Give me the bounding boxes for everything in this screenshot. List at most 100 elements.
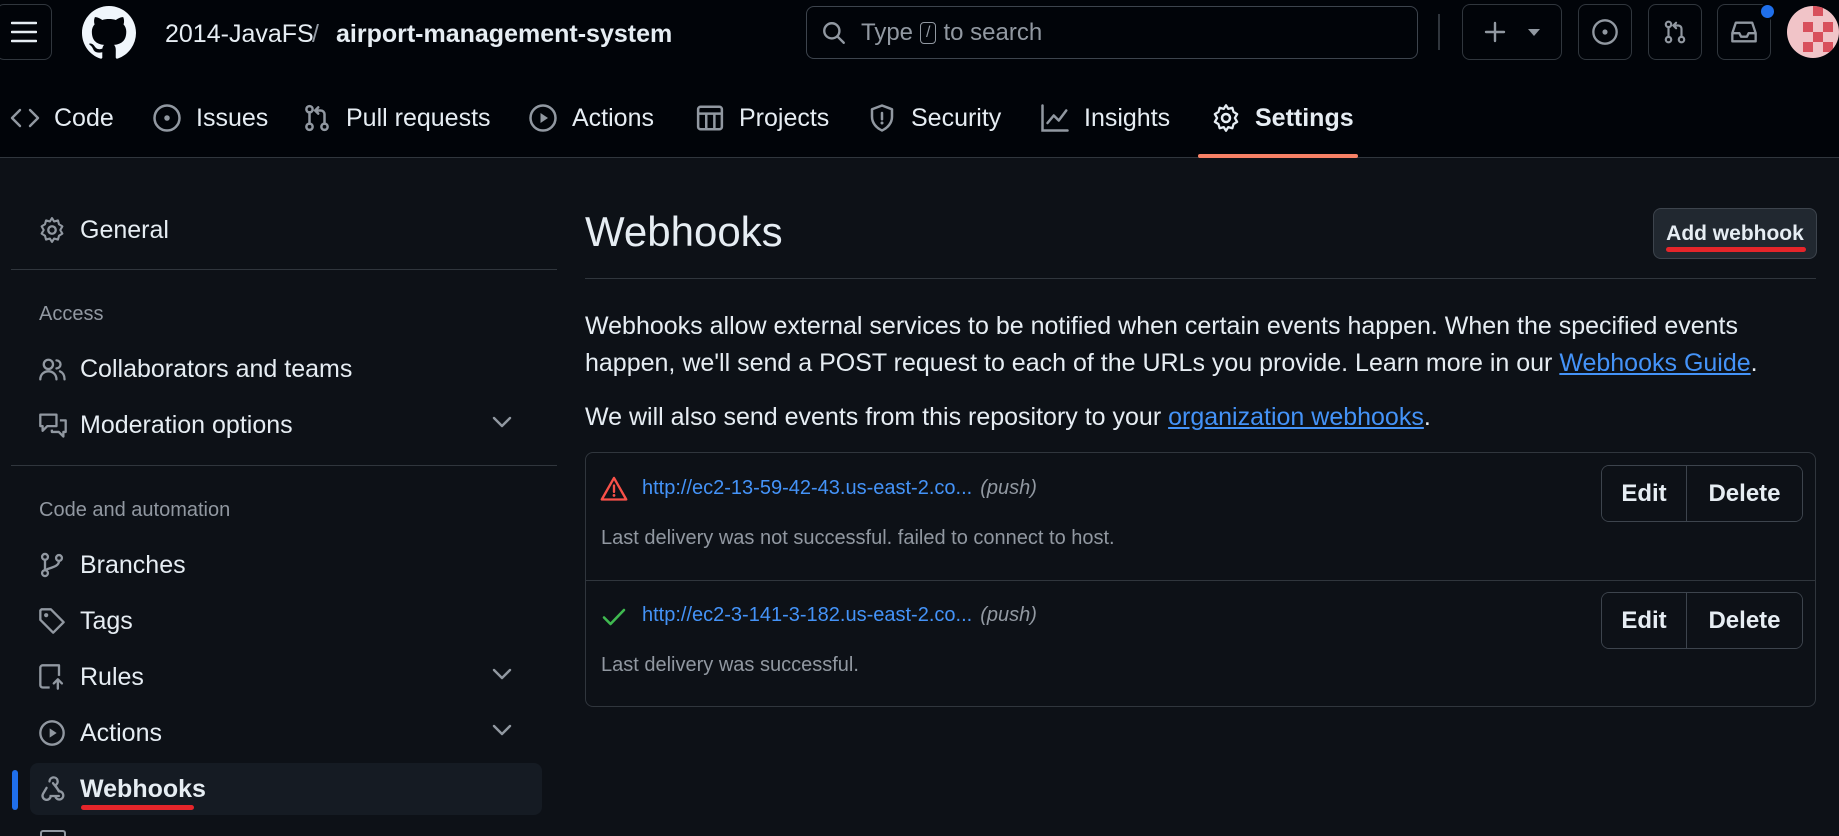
sidebar-item-label: Rules <box>80 662 144 691</box>
issues-button[interactable] <box>1578 4 1632 60</box>
sidebar-item-label: Actions <box>80 718 162 747</box>
owner-link[interactable]: 2014-JavaFS <box>165 16 314 52</box>
sidebar-selected-indicator <box>12 770 18 810</box>
breadcrumb-separator: / <box>312 20 319 48</box>
people-icon <box>39 358 66 381</box>
tag-icon <box>39 608 65 634</box>
inbox-icon <box>1731 21 1757 43</box>
webhook-url: http://ec2-3-141-3-182.us-east-2.co... <box>642 604 973 626</box>
repo-link[interactable]: airport-management-system <box>336 16 672 52</box>
tab-code[interactable]: Code <box>10 98 114 138</box>
issue-icon <box>1592 19 1618 45</box>
webhook-url-link[interactable]: http://ec2-13-59-42-43.us-east-2.co... (p… <box>642 477 1037 500</box>
sidebar-item-label: Tags <box>80 606 133 635</box>
header-divider <box>1438 14 1440 50</box>
code-icon <box>10 108 40 128</box>
webhook-url-link[interactable]: http://ec2-3-141-3-182.us-east-2.co... (p… <box>642 604 1037 627</box>
tab-label: Issues <box>196 103 269 132</box>
pull-request-icon <box>305 104 329 132</box>
sidebar-divider <box>11 465 557 466</box>
search-icon <box>823 21 845 44</box>
tab-settings[interactable]: Settings <box>1211 98 1354 138</box>
repo-push-icon <box>39 664 64 690</box>
search-prefix: Type <box>861 18 914 46</box>
webhook-event: (push) <box>980 604 1037 626</box>
shield-icon <box>870 104 894 132</box>
delete-button[interactable]: Delete <box>1687 593 1802 648</box>
page-title: Webhooks <box>585 208 783 255</box>
github-logo-icon[interactable] <box>82 6 136 60</box>
issue-icon <box>153 104 181 132</box>
plus-icon <box>1484 21 1506 43</box>
webhook-row: http://ec2-13-59-42-43.us-east-2.co... (p… <box>586 453 1815 580</box>
tab-security[interactable]: Security <box>867 98 1001 138</box>
tab-actions[interactable]: Actions <box>528 98 654 138</box>
pull-requests-button[interactable] <box>1648 4 1702 60</box>
delivery-status-message: Last delivery was successful. <box>601 654 859 676</box>
sidebar-item-label: Branches <box>80 550 186 579</box>
create-new-button[interactable] <box>1462 4 1562 60</box>
gear-icon <box>40 217 64 243</box>
tab-pull-requests[interactable]: Pull requests <box>302 98 491 138</box>
sidebar-item-general[interactable]: General <box>30 204 542 256</box>
edit-button[interactable]: Edit <box>1602 466 1687 521</box>
webhooks-guide-link[interactable]: Webhooks Guide <box>1559 349 1750 377</box>
annotation-underline <box>1666 247 1806 252</box>
tab-label: Settings <box>1255 103 1354 132</box>
org-end: . <box>1423 403 1431 431</box>
tab-label: Projects <box>739 103 830 132</box>
webhooks-description: Webhooks allow external services to be n… <box>585 308 1810 382</box>
org-text: We will also send events from this repos… <box>585 403 1169 431</box>
organization-note: We will also send events from this repos… <box>585 399 1810 436</box>
avatar[interactable] <box>1787 6 1839 58</box>
annotation-underline <box>81 805 194 810</box>
play-icon <box>529 104 557 132</box>
graph-icon <box>1041 104 1069 132</box>
chevron-down-icon <box>492 724 512 736</box>
menu-button[interactable] <box>0 4 52 60</box>
webhook-url: http://ec2-13-59-42-43.us-east-2.co... <box>642 477 973 499</box>
tab-label: Pull requests <box>346 103 491 132</box>
sidebar-item-label: General <box>80 215 169 244</box>
sidebar-item-collaborators[interactable]: Collaborators and teams <box>30 343 542 395</box>
webhook-actions: Edit Delete <box>1601 592 1803 649</box>
sidebar-heading-code-automation: Code and automation <box>39 499 231 521</box>
branch-icon <box>40 552 64 578</box>
tab-label: Security <box>911 103 1002 132</box>
tab-label: Code <box>54 103 114 132</box>
sidebar-item-branches[interactable]: Branches <box>30 539 542 591</box>
search-shortcut-key: / <box>920 21 937 44</box>
intro-end: . <box>1750 349 1758 377</box>
tab-label: Actions <box>572 103 654 132</box>
hamburger-icon <box>11 21 37 43</box>
edit-button[interactable]: Edit <box>1602 593 1687 648</box>
sidebar-item-moderation[interactable]: Moderation options <box>30 399 542 451</box>
sidebar-next-item-icon <box>40 830 66 836</box>
sidebar-item-label: Moderation options <box>80 410 293 439</box>
sidebar-item-actions[interactable]: Actions <box>30 707 542 759</box>
tab-insights[interactable]: Insights <box>1040 98 1170 138</box>
search-suffix: to search <box>943 18 1043 46</box>
webhook-icon <box>41 776 65 801</box>
delete-button[interactable]: Delete <box>1687 466 1802 521</box>
comment-discussion-icon <box>39 413 67 438</box>
sidebar-item-label: Collaborators and teams <box>80 354 353 383</box>
sidebar-item-tags[interactable]: Tags <box>30 595 542 647</box>
sidebar-item-rules[interactable]: Rules <box>30 651 542 703</box>
tab-projects[interactable]: Projects <box>695 98 829 138</box>
search-input[interactable]: Type / to search <box>806 6 1418 59</box>
delivery-status-message: Last delivery was not successful. failed… <box>601 527 1115 549</box>
chevron-down-icon <box>492 668 512 680</box>
play-icon <box>39 720 65 746</box>
sidebar-heading-access: Access <box>39 303 104 325</box>
repo-header: 2014-JavaFS / airport-management-system … <box>0 0 1839 158</box>
webhook-actions: Edit Delete <box>1601 465 1803 522</box>
alert-icon <box>600 476 628 501</box>
chevron-down-icon <box>492 416 512 428</box>
selected-tab-indicator <box>1198 154 1358 158</box>
tab-issues[interactable]: Issues <box>152 98 268 138</box>
table-icon <box>696 105 724 131</box>
check-icon <box>602 608 626 626</box>
organization-webhooks-link[interactable]: organization webhooks <box>1168 403 1424 431</box>
pull-request-icon <box>1664 20 1686 44</box>
